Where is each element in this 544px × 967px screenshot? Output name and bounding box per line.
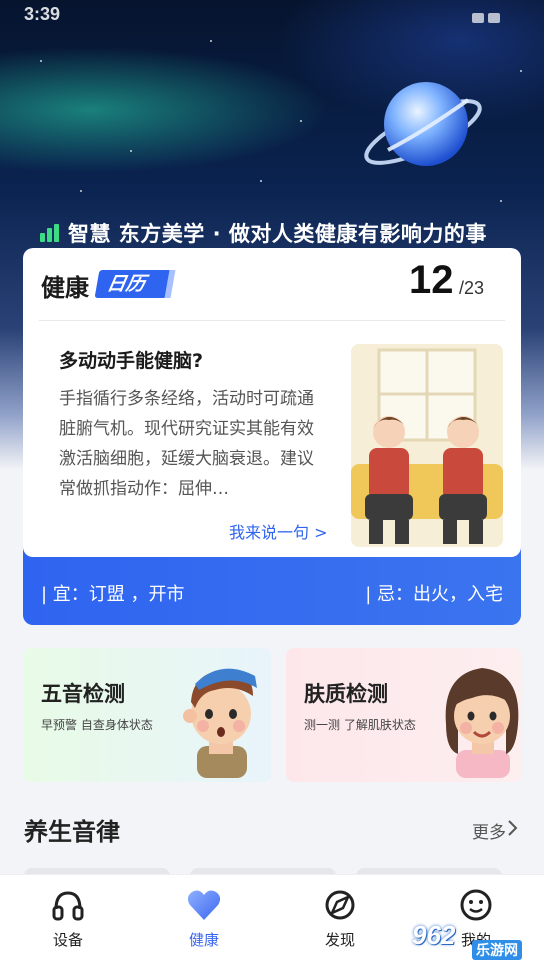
star — [130, 150, 132, 152]
planet-icon — [364, 82, 482, 166]
calendar-content: 健康 日历 12 /23 多动动手能健脑? 手指循行多条经络，活动时可疏通脏腑气… — [23, 248, 521, 557]
wifi-icon — [472, 13, 484, 23]
skin-detect-card[interactable]: 肤质检测 测一测 了解肌肤状态 — [286, 648, 522, 782]
divider — [39, 320, 505, 321]
watermark-sub: 乐游网 — [472, 940, 522, 960]
nav-label: 设备 — [52, 931, 83, 949]
calendar-month: /23 — [459, 278, 485, 298]
five-tone-detect-card[interactable]: 五音检测 早预警 自查身体状态 — [23, 648, 271, 782]
nav-item-health[interactable]: 健康 — [159, 887, 249, 951]
nav-item-discover[interactable]: 发现 — [295, 887, 385, 951]
signal-bars-icon — [40, 224, 62, 242]
nav-label: 发现 — [324, 931, 355, 949]
status-bar: 3:39 — [0, 0, 544, 30]
star — [260, 180, 262, 182]
more-link[interactable]: 更多 — [472, 818, 506, 843]
girl-avatar — [445, 668, 519, 778]
detect-subtitle: 早预警 自查身体状态 — [41, 718, 153, 732]
slogan-text: 智慧 东方美学 · 做对人类健康有影响力的事 — [68, 222, 487, 246]
article-illustration[interactable] — [351, 344, 503, 547]
calendar-yi: | 宜：订盟 ，开市 — [41, 584, 185, 605]
heart-icon — [187, 890, 221, 920]
star — [500, 200, 502, 202]
chevron-right-icon[interactable] — [506, 818, 518, 838]
status-icons — [468, 8, 518, 23]
boy-avatar — [183, 668, 257, 778]
nav-item-device[interactable]: 设备 — [23, 887, 113, 951]
site-watermark: 962 乐游网 — [404, 914, 540, 962]
article-body[interactable]: 手指循行多条经络，活动时可疏通脏腑气机。现代研究证实其能有效激活脑细胞，延缓大脑… — [59, 384, 329, 504]
star — [40, 60, 42, 62]
section-title: 养生音律 — [24, 818, 120, 846]
star — [520, 70, 522, 72]
article-title[interactable]: 多动动手能健脑? — [59, 346, 203, 373]
detect-subtitle: 测一测 了解肌肤状态 — [304, 718, 416, 732]
comment-link[interactable]: 我来说一句 > — [229, 519, 328, 543]
nav-label: 健康 — [188, 931, 219, 949]
detect-title: 肤质检测 — [304, 682, 388, 706]
watermark-logo: 962 — [412, 920, 456, 950]
health-calendar-card[interactable]: 健康 日历 12 /23 多动动手能健脑? 手指循行多条经络，活动时可疏通脏腑气… — [23, 248, 521, 625]
calendar-day: 12 — [409, 258, 454, 302]
star — [300, 120, 302, 122]
battery-icon — [488, 13, 500, 23]
slogan-marquee: 智慧 东方美学 · 做对人类健康有影响力的事 — [40, 216, 544, 250]
star — [210, 40, 212, 42]
compass-icon — [325, 890, 355, 920]
star — [80, 190, 82, 192]
headphones-icon — [52, 891, 84, 921]
calendar-tag: 日历 — [94, 270, 172, 298]
calendar-ji: | 忌：出火，入宅 — [365, 584, 503, 605]
status-time: 3:39 — [24, 4, 61, 24]
calendar-title: 健康 — [41, 274, 89, 302]
detect-title: 五音检测 — [41, 682, 125, 706]
